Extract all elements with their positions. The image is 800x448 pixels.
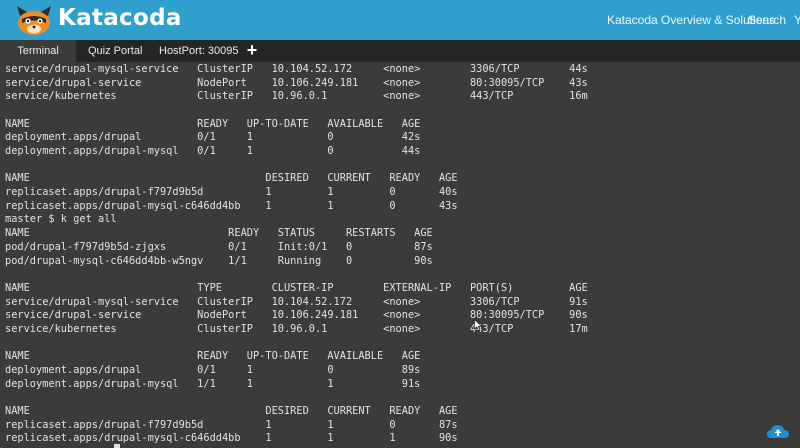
mouse-pointer-icon (474, 319, 482, 331)
terminal-output[interactable]: service/drupal-mysql-service ClusterIP 1… (0, 62, 800, 448)
terminal-line: service/kubernetes ClusterIP 10.96.0.1 <… (5, 90, 588, 103)
katacoda-logo-icon[interactable] (14, 5, 54, 36)
tab-hostport-30095[interactable]: HostPort: 30095 (159, 40, 239, 62)
terminal-line: deployment.apps/drupal 0/1 1 0 89s (5, 363, 421, 376)
terminal-line: pod/drupal-f797d9b5d-zjgxs 0/1 Init:0/1 … (5, 240, 433, 253)
terminal-line: deployment.apps/drupal-mysql 0/1 1 0 44s (5, 145, 421, 158)
terminal-line: service/kubernetes ClusterIP 10.96.0.1 <… (5, 322, 588, 335)
terminal-line: NAME READY STATUS RESTARTS AGE (5, 227, 433, 240)
terminal-line: service/drupal-mysql-service ClusterIP 1… (5, 295, 588, 308)
terminal-line: replicaset.apps/drupal-f797d9b5d 1 1 0 8… (5, 418, 458, 431)
terminal-line: service/drupal-service NodePort 10.106.2… (5, 309, 588, 322)
terminal-line: pod/drupal-mysql-c646dd4bb-w5ngv 1/1 Run… (5, 254, 433, 267)
nav-search[interactable]: Search (748, 13, 786, 27)
tab-terminal[interactable]: Terminal (0, 40, 76, 62)
terminal-line: deployment.apps/drupal-mysql 1/1 1 1 91s (5, 377, 421, 390)
terminal-line: NAME READY UP-TO-DATE AVAILABLE AGE (5, 350, 421, 363)
nav-truncated-item[interactable]: Y (794, 13, 800, 27)
cloud-upload-icon[interactable] (766, 422, 790, 440)
brand-name[interactable]: Katacoda (58, 5, 182, 31)
terminal-line: NAME TYPE CLUSTER-IP EXTERNAL-IP PORT(S)… (5, 281, 588, 294)
terminal-caret (114, 444, 120, 448)
terminal-line: deployment.apps/drupal 0/1 1 0 42s (5, 131, 421, 144)
terminal-line: replicaset.apps/drupal-mysql-c646dd4bb 1… (5, 199, 458, 212)
terminal-line: NAME DESIRED CURRENT READY AGE (5, 172, 458, 185)
terminal-line: replicaset.apps/drupal-f797d9b5d 1 1 0 4… (5, 186, 458, 199)
top-header: Katacoda Katacoda Overview & Solutions S… (0, 0, 800, 40)
terminal-line: service/drupal-service NodePort 10.106.2… (5, 76, 588, 89)
tab-quiz-portal[interactable]: Quiz Portal (88, 40, 142, 62)
terminal-line: NAME DESIRED CURRENT READY AGE (5, 405, 458, 417)
tab-bar: Terminal Quiz Portal HostPort: 30095 + (0, 40, 800, 62)
add-tab-icon[interactable]: + (244, 40, 260, 62)
terminal-line: NAME READY UP-TO-DATE AVAILABLE AGE (5, 117, 421, 130)
terminal-line: master $ k get all (5, 213, 117, 226)
terminal-line: replicaset.apps/drupal-mysql-c646dd4bb 1… (5, 432, 458, 445)
terminal-line: service/drupal-mysql-service ClusterIP 1… (5, 63, 588, 75)
